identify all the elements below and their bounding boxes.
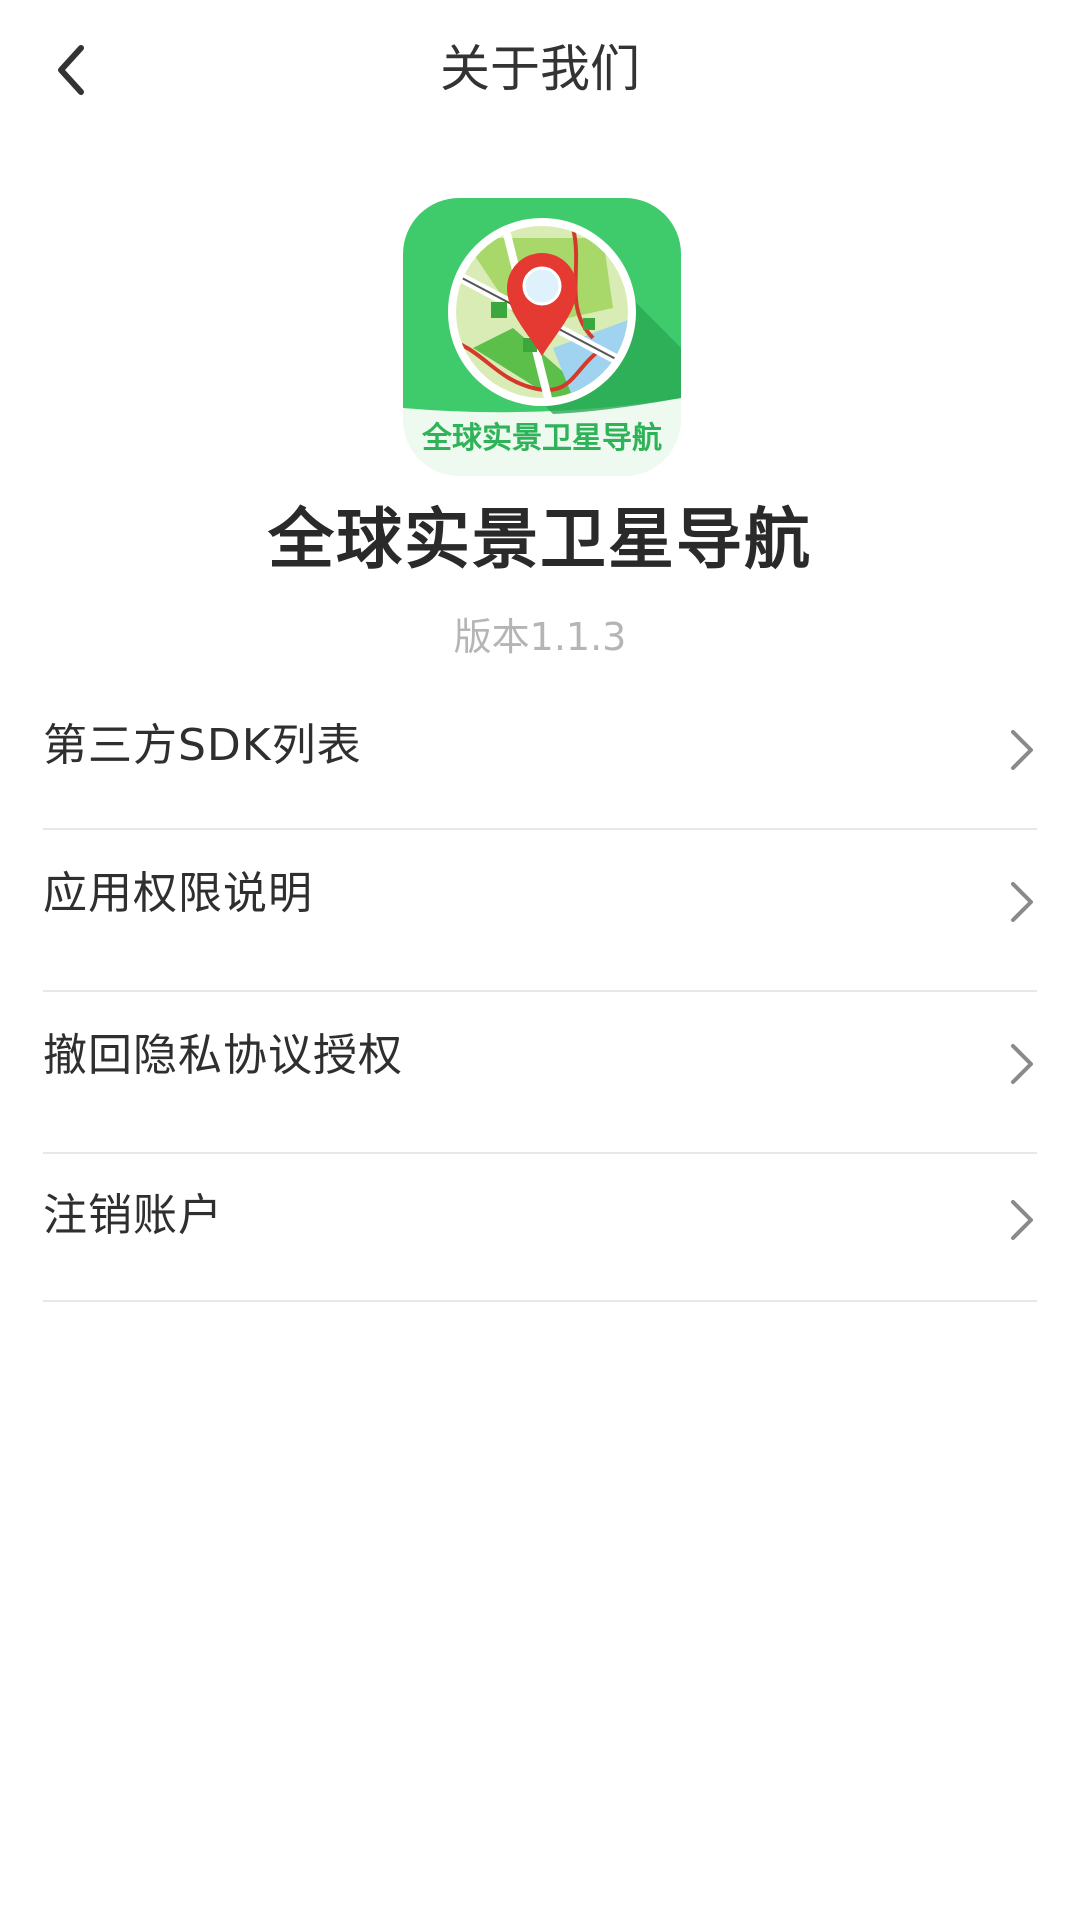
chevron-right-icon (1011, 882, 1033, 922)
menu-item-permissions[interactable]: 应用权限说明 (43, 830, 1037, 992)
menu-item-revoke-privacy[interactable]: 撤回隐私协议授权 (43, 992, 1037, 1154)
chevron-right-icon (1011, 1200, 1033, 1240)
menu-item-label: 应用权限说明 (43, 868, 313, 919)
chevron-right-icon (1011, 730, 1033, 770)
page-title: 关于我们 (440, 40, 640, 98)
menu-item-label: 撤回隐私协议授权 (43, 1030, 403, 1081)
menu-item-delete-account[interactable]: 注销账户 (43, 1154, 1037, 1302)
map-pin-logo-icon: 全球实景卫星导航 (403, 198, 681, 476)
app-version: 版本1.1.3 (453, 615, 627, 659)
app-logo: 全球实景卫星导航 (403, 198, 681, 476)
logo-caption: 全球实景卫星导航 (421, 421, 662, 456)
menu-item-sdk-list[interactable]: 第三方SDK列表 (43, 676, 1037, 830)
chevron-right-icon (1011, 1044, 1033, 1084)
nav-bar: 关于我们 (0, 0, 1080, 140)
menu-item-label: 第三方SDK列表 (43, 720, 362, 771)
menu-item-label: 注销账户 (43, 1190, 223, 1241)
menu-list: 第三方SDK列表 应用权限说明 撤回隐私协议授权 注销账户 (43, 676, 1037, 1302)
app-name: 全球实景卫星导航 (268, 501, 812, 578)
